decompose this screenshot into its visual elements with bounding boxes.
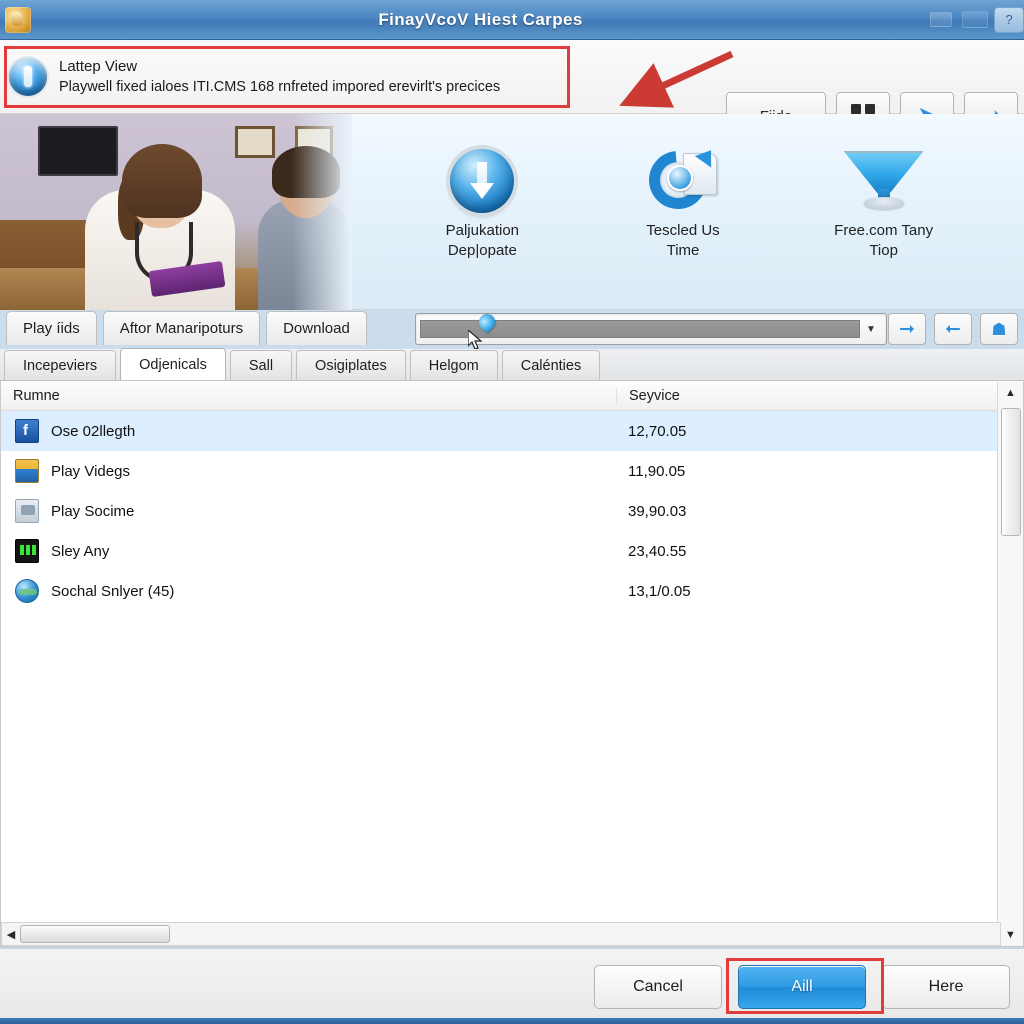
- feature-label: Free.com Tany Tiop: [834, 222, 934, 259]
- blue-square-icon: [15, 419, 39, 443]
- table-row[interactable]: Play Videgs 11,90.05: [1, 451, 1023, 491]
- download-circle-icon: [450, 149, 515, 213]
- table-row[interactable]: Sley Any 23,40.55: [1, 531, 1023, 571]
- disk-drive-icon: [15, 499, 39, 523]
- all-button[interactable]: Aill: [738, 964, 866, 1009]
- mouse-cursor: [468, 330, 483, 350]
- equalizer-icon: [15, 539, 39, 563]
- row-name: Play Socime: [51, 502, 135, 520]
- triangle-down-icon[interactable]: ▼: [998, 924, 1023, 946]
- reply-arrow-icon: ➞: [945, 318, 961, 340]
- horizontal-scrollbar[interactable]: ◀: [1, 922, 1001, 946]
- globe-icon: [15, 579, 39, 603]
- table-row[interactable]: Ose 02llegth 12,70.05: [1, 411, 1023, 451]
- footer-bar: Cancel Aill Here: [0, 948, 1024, 1024]
- row-name: Sochal Snlyer (45): [51, 582, 175, 600]
- chevron-down-icon[interactable]: ▼: [860, 324, 882, 335]
- vertical-scrollbar[interactable]: ▲ ▼: [997, 382, 1023, 946]
- top-tab-play[interactable]: Play íids: [6, 311, 97, 345]
- main-tab-row: Incepeviers Odjenicals Sall Osigiplates …: [0, 348, 1024, 381]
- triangle-left-icon[interactable]: ◀: [2, 928, 20, 941]
- top-tab-download[interactable]: Download: [266, 311, 367, 345]
- promo-photo: [0, 114, 352, 310]
- table-row[interactable]: Sochal Snlyer (45) 13,1/0.05: [1, 571, 1023, 611]
- annotation-arrow: [619, 50, 734, 108]
- tab-sall[interactable]: Sall: [229, 350, 293, 380]
- sync-refresh-icon: [637, 139, 720, 221]
- close-button[interactable]: [962, 11, 988, 28]
- column-header-name[interactable]: Rumne: [1, 388, 616, 404]
- feature-item-sync[interactable]: Tescled Us Time: [588, 139, 778, 260]
- cancel-button[interactable]: Cancel: [594, 964, 722, 1009]
- info-banner-subtitle: Playwell fixed ialoes ITI.CMS 168 rnfret…: [59, 78, 501, 95]
- info-download-icon: [9, 57, 47, 96]
- title-bar: FinayVcoV Hiest Carpes ?: [0, 0, 1024, 40]
- row-name: Play Videgs: [51, 462, 130, 480]
- row-service: 11,90.05: [628, 462, 686, 480]
- app-icon: [5, 6, 31, 33]
- funnel-filter-icon: [838, 149, 930, 213]
- row-name: Ose 02llegth: [51, 422, 136, 440]
- row-service: 12,70.05: [628, 422, 687, 440]
- horizontal-scroll-thumb[interactable]: [20, 925, 170, 943]
- row-name: Sley Any: [51, 542, 110, 560]
- file-list: Rumne Seyvice Ose 02llegth 12,70.05 Play…: [0, 381, 1024, 947]
- feature-label: Paljukation Dep|opate: [445, 222, 520, 259]
- info-banner-title: Lattep View: [59, 57, 138, 75]
- tab-incepeviers[interactable]: Incepeviers: [4, 350, 117, 380]
- home-button[interactable]: ☗: [980, 313, 1018, 345]
- arrow-right-icon: ➞: [899, 318, 915, 340]
- reply-button[interactable]: ➞: [934, 313, 972, 345]
- table-row[interactable]: Play Socime 39,90.03: [1, 491, 1023, 531]
- path-combobox[interactable]: ▼: [415, 310, 887, 345]
- feature-item-filter[interactable]: Free.com Tany Tiop: [789, 149, 979, 260]
- go-button[interactable]: ➞: [888, 313, 926, 345]
- row-service: 39,90.03: [628, 502, 687, 520]
- feature-strip: Paljukation Dep|opate Tescled Us Time Fr…: [0, 114, 1024, 310]
- info-banner: Lattep View Playwell fixed ialoes ITI.CM…: [0, 40, 1024, 140]
- triangle-up-icon[interactable]: ▲: [998, 382, 1023, 404]
- info-banner-text: Lattep View Playwell fixed ialoes ITI.CM…: [59, 56, 500, 98]
- top-tab-manage[interactable]: Aftor Manaripoturs: [102, 311, 261, 345]
- row-service: 13,1/0.05: [628, 582, 691, 600]
- feature-item-download[interactable]: Paljukation Dep|opate: [387, 149, 577, 260]
- tab-odjenicals[interactable]: Odjenicals: [120, 348, 226, 380]
- home-shield-icon: ☗: [991, 319, 1007, 339]
- tab-calenties[interactable]: Calénties: [501, 350, 601, 380]
- list-header: Rumne Seyvice: [1, 381, 1023, 411]
- minimize-button[interactable]: [930, 12, 952, 27]
- window-title: FinayVcoV Hiest Carpes: [378, 9, 583, 29]
- row-service: 23,40.55: [628, 542, 687, 560]
- window-controls: [930, 11, 988, 28]
- feature-label: Tescled Us Time: [646, 222, 720, 259]
- here-button[interactable]: Here: [882, 964, 1010, 1009]
- window-bottom-edge: [0, 1018, 1024, 1024]
- combo-track[interactable]: [420, 310, 860, 338]
- help-button[interactable]: ?: [994, 6, 1024, 33]
- column-header-service[interactable]: Seyvice: [616, 387, 1023, 404]
- combo-action-buttons: ➞ ➞ ☗: [888, 313, 1018, 345]
- media-player-icon: [15, 459, 39, 483]
- application-window: FinayVcoV Hiest Carpes ? Lattep View Pla…: [0, 0, 1024, 1024]
- feature-list: Paljukation Dep|opate Tescled Us Time Fr…: [352, 114, 1024, 309]
- tab-osigiplates[interactable]: Osigiplates: [296, 350, 406, 380]
- vertical-scroll-thumb[interactable]: [1001, 408, 1021, 536]
- tab-helgom[interactable]: Helgom: [409, 350, 498, 380]
